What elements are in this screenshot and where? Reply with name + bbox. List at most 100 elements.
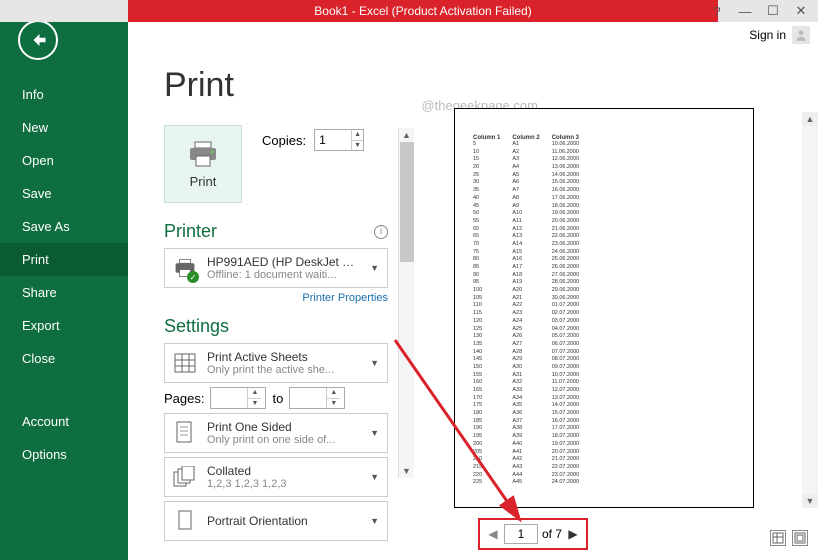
preview-row: 195A3918.07.2000 bbox=[473, 433, 591, 441]
zoom-to-page-button[interactable] bbox=[792, 530, 808, 546]
preview-row: 15A312.06.2000 bbox=[473, 156, 591, 164]
copies-down[interactable]: ▼ bbox=[352, 141, 363, 151]
preview-row: 110A2201.07.2000 bbox=[473, 302, 591, 310]
preview-row: 200A4019.07.2000 bbox=[473, 441, 591, 449]
print-button[interactable]: Print bbox=[164, 125, 242, 203]
preview-row: 190A3817.07.2000 bbox=[473, 425, 591, 433]
sidebar: InfoNewOpenSaveSave AsPrintShareExportCl… bbox=[0, 0, 128, 560]
preview-row: 40A817.06.2000 bbox=[473, 195, 591, 203]
preview-panel: Column 1Column 2Column 35A110.06.200010A… bbox=[414, 48, 818, 560]
page-count-label: of 7 bbox=[542, 527, 562, 541]
preview-row: 135A2706.07.2000 bbox=[473, 341, 591, 349]
scroll-up-icon[interactable]: ▲ bbox=[399, 128, 414, 142]
pages-label: Pages: bbox=[164, 391, 204, 406]
printer-dropdown[interactable]: ✓ HP991AED (HP DeskJet Pl... Offline: 1 … bbox=[164, 248, 388, 288]
scroll-thumb[interactable] bbox=[400, 142, 414, 262]
chevron-down-icon: ▼ bbox=[368, 428, 381, 438]
printer-heading: Printer bbox=[164, 221, 217, 242]
sidebar-item-new[interactable]: New bbox=[0, 111, 128, 144]
preview-row: 45A918.06.2000 bbox=[473, 203, 591, 211]
help-button[interactable]: ? bbox=[710, 4, 724, 18]
collate-dropdown[interactable]: Collated 1,2,3 1,2,3 1,2,3 ▼ bbox=[164, 457, 388, 497]
collated-icon bbox=[171, 463, 199, 491]
info-icon[interactable]: i bbox=[374, 225, 388, 239]
preview-row: 60A1221.06.2000 bbox=[473, 226, 591, 234]
preview-row: 130A2605.07.2000 bbox=[473, 333, 591, 341]
collate-title: Collated bbox=[207, 464, 360, 478]
maximize-button[interactable]: ☐ bbox=[766, 4, 780, 18]
sidebar-item-info[interactable]: Info bbox=[0, 78, 128, 111]
preview-row: 205A4120.07.2000 bbox=[473, 449, 591, 457]
preview-row: 120A2403.07.2000 bbox=[473, 318, 591, 326]
one-sided-icon bbox=[171, 419, 199, 447]
avatar[interactable] bbox=[792, 26, 810, 44]
next-page-button[interactable]: ▶ bbox=[566, 527, 580, 541]
preview-scroll-down[interactable]: ▼ bbox=[802, 494, 818, 508]
window-title: Book1 - Excel (Product Activation Failed… bbox=[128, 0, 718, 22]
chevron-down-icon: ▼ bbox=[368, 472, 381, 482]
preview-row: 55A1120.06.2000 bbox=[473, 218, 591, 226]
printer-properties-link[interactable]: Printer Properties bbox=[164, 292, 388, 304]
pages-to-label: to bbox=[272, 391, 283, 406]
sidebar-item-print[interactable]: Print bbox=[0, 243, 128, 276]
orientation-dropdown[interactable]: Portrait Orientation ▼ bbox=[164, 501, 388, 541]
close-button[interactable]: ✕ bbox=[794, 4, 808, 18]
sidebar-item-close[interactable]: Close bbox=[0, 342, 128, 375]
sidebar-item-open[interactable]: Open bbox=[0, 144, 128, 177]
preview-scrollbar[interactable]: ▲ ▼ bbox=[802, 112, 818, 508]
sidebar-item-save-as[interactable]: Save As bbox=[0, 210, 128, 243]
preview-row: 170A3413.07.2000 bbox=[473, 395, 591, 403]
pages-to-spinner[interactable]: ▲▼ bbox=[289, 387, 345, 409]
minimize-button[interactable]: — bbox=[738, 4, 752, 18]
preview-row: 220A4423.07.2000 bbox=[473, 472, 591, 480]
printer-status: Offline: 1 document waiti... bbox=[207, 269, 360, 281]
sheets-icon bbox=[171, 349, 199, 377]
show-margins-button[interactable] bbox=[770, 530, 786, 546]
copies-input[interactable] bbox=[315, 130, 351, 150]
copies-spinner[interactable]: ▲▼ bbox=[314, 129, 364, 151]
preview-row: 155A3110.07.2000 bbox=[473, 372, 591, 380]
preview-row: 215A4322.07.2000 bbox=[473, 464, 591, 472]
sidebar-item-share[interactable]: Share bbox=[0, 276, 128, 309]
copies-up[interactable]: ▲ bbox=[352, 130, 363, 141]
sides-title: Print One Sided bbox=[207, 420, 360, 434]
preview-row: 85A1726.06.2000 bbox=[473, 264, 591, 272]
sidebar-item-save[interactable]: Save bbox=[0, 177, 128, 210]
preview-row: 70A1423.06.2000 bbox=[473, 241, 591, 249]
back-button[interactable] bbox=[18, 20, 58, 60]
pages-from-input[interactable] bbox=[211, 388, 247, 408]
signin-link[interactable]: Sign in bbox=[749, 28, 786, 42]
chevron-down-icon: ▼ bbox=[368, 358, 381, 368]
sidebar-item-options[interactable]: Options bbox=[0, 438, 128, 471]
scroll-down-icon[interactable]: ▼ bbox=[399, 464, 414, 478]
page-navigator: ◀ of 7 ▶ bbox=[478, 518, 588, 550]
settings-heading: Settings bbox=[164, 316, 229, 337]
settings-scrollbar[interactable]: ▲ ▼ bbox=[398, 128, 414, 478]
preview-row: 100A2029.06.2000 bbox=[473, 287, 591, 295]
sidebar-item-export[interactable]: Export bbox=[0, 309, 128, 342]
preview-row: 165A3312.07.2000 bbox=[473, 387, 591, 395]
pages-to-input[interactable] bbox=[290, 388, 326, 408]
preview-row: 105A2130.06.2000 bbox=[473, 295, 591, 303]
preview-row: 90A1827.06.2000 bbox=[473, 272, 591, 280]
print-settings-panel: Print @thegeekpage.com Print Copies: bbox=[128, 48, 398, 560]
preview-row: 140A2807.07.2000 bbox=[473, 349, 591, 357]
current-page-input[interactable] bbox=[504, 524, 538, 544]
collate-sub: 1,2,3 1,2,3 1,2,3 bbox=[207, 478, 360, 490]
sides-dropdown[interactable]: Print One Sided Only print on one side o… bbox=[164, 413, 388, 453]
preview-row: 95A1928.06.2000 bbox=[473, 279, 591, 287]
print-area-dropdown[interactable]: Print Active Sheets Only print the activ… bbox=[164, 343, 388, 383]
preview-row: 150A3009.07.2000 bbox=[473, 364, 591, 372]
preview-row: 25A514.06.2000 bbox=[473, 172, 591, 180]
preview-row: 30A615.06.2000 bbox=[473, 179, 591, 187]
chevron-down-icon: ▼ bbox=[368, 263, 381, 273]
titlebar: Book1 - Excel (Product Activation Failed… bbox=[0, 0, 818, 22]
pages-from-spinner[interactable]: ▲▼ bbox=[210, 387, 266, 409]
print-button-label: Print bbox=[190, 174, 217, 189]
preview-row: 80A1625.06.2000 bbox=[473, 256, 591, 264]
preview-row: 65A1322.06.2000 bbox=[473, 233, 591, 241]
preview-scroll-up[interactable]: ▲ bbox=[802, 112, 818, 126]
sidebar-item-account[interactable]: Account bbox=[0, 405, 128, 438]
preview-row: 20A413.06.2000 bbox=[473, 164, 591, 172]
prev-page-button[interactable]: ◀ bbox=[486, 527, 500, 541]
